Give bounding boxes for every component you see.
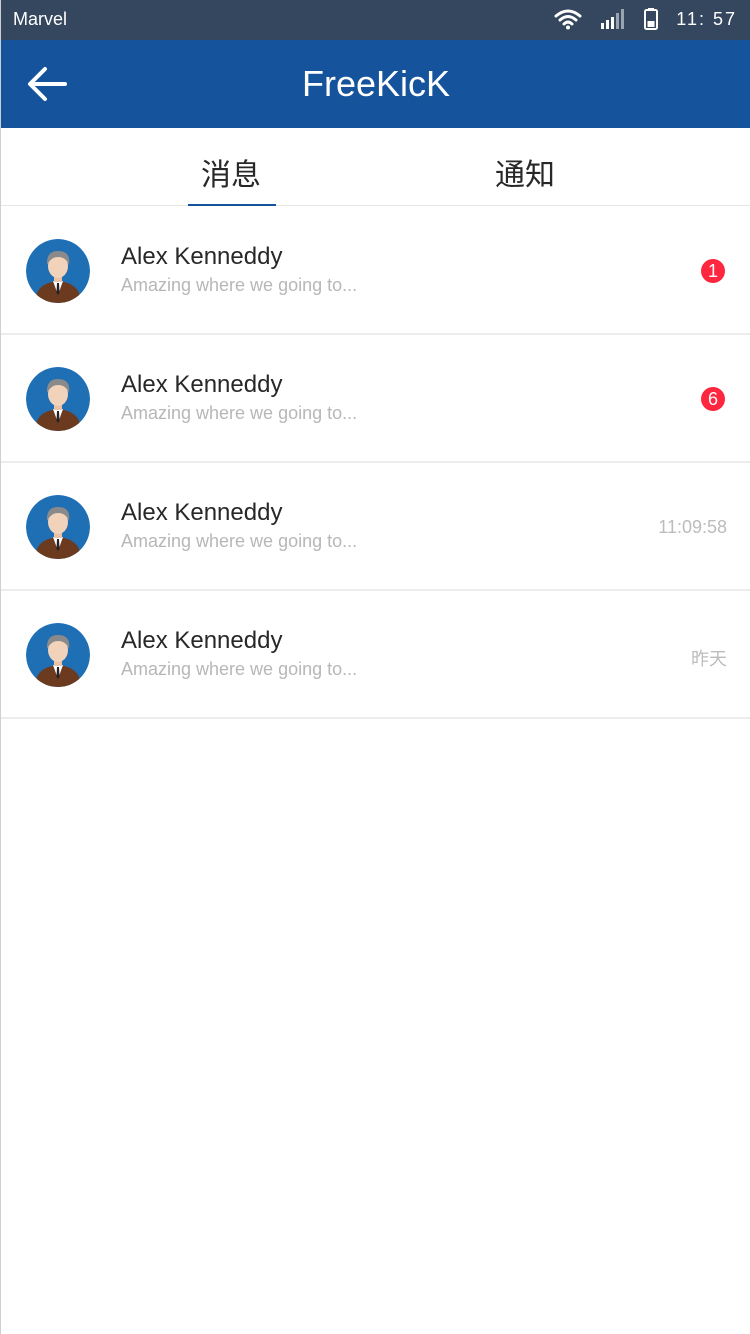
message-preview: Amazing where we going to... xyxy=(121,531,358,551)
contact-name: Alex Kenneddy xyxy=(121,627,283,654)
wifi-icon xyxy=(554,9,582,30)
avatar xyxy=(26,367,90,431)
list-item[interactable]: Alex Kenneddy Amazing where we going to.… xyxy=(1,335,750,463)
message-preview: Amazing where we going to... xyxy=(121,659,358,679)
avatar xyxy=(26,623,90,687)
contact-name: Alex Kenneddy xyxy=(121,243,283,270)
avatar xyxy=(26,495,90,559)
avatar-person-icon xyxy=(26,623,90,687)
clock: 11: 57 xyxy=(676,8,737,29)
message-time: 昨天 xyxy=(691,649,727,669)
app-header: FreeKicK xyxy=(1,40,750,128)
avatar xyxy=(26,239,90,303)
status-bar: Marvel 11: 57 xyxy=(1,0,750,40)
avatar-person-icon xyxy=(26,495,90,559)
contact-name: Alex Kenneddy xyxy=(121,499,283,526)
signal-icon xyxy=(601,9,625,29)
page-title: FreeKicK xyxy=(301,63,451,104)
message-preview: Amazing where we going to... xyxy=(121,275,358,295)
unread-badge: 1 xyxy=(701,259,725,283)
avatar-person-icon xyxy=(26,367,90,431)
unread-badge: 6 xyxy=(701,387,725,411)
active-tab-indicator xyxy=(188,204,276,206)
message-list: Alex Kenneddy Amazing where we going to.… xyxy=(1,207,750,719)
avatar-person-icon xyxy=(26,239,90,303)
message-time: 11:09:58 xyxy=(658,517,727,537)
tab-notifications[interactable]: 通知 xyxy=(495,150,555,194)
tab-messages[interactable]: 消息 xyxy=(201,150,261,194)
contact-name: Alex Kenneddy xyxy=(121,371,283,398)
status-icons: 11: 57 xyxy=(554,8,737,30)
tab-bar: 消息 通知 xyxy=(1,128,750,206)
list-item[interactable]: Alex Kenneddy Amazing where we going to.… xyxy=(1,463,750,591)
list-item[interactable]: Alex Kenneddy Amazing where we going to.… xyxy=(1,591,750,719)
list-item[interactable]: Alex Kenneddy Amazing where we going to.… xyxy=(1,207,750,335)
carrier-label: Marvel xyxy=(13,9,68,29)
message-preview: Amazing where we going to... xyxy=(121,403,358,423)
battery-icon xyxy=(644,8,659,30)
